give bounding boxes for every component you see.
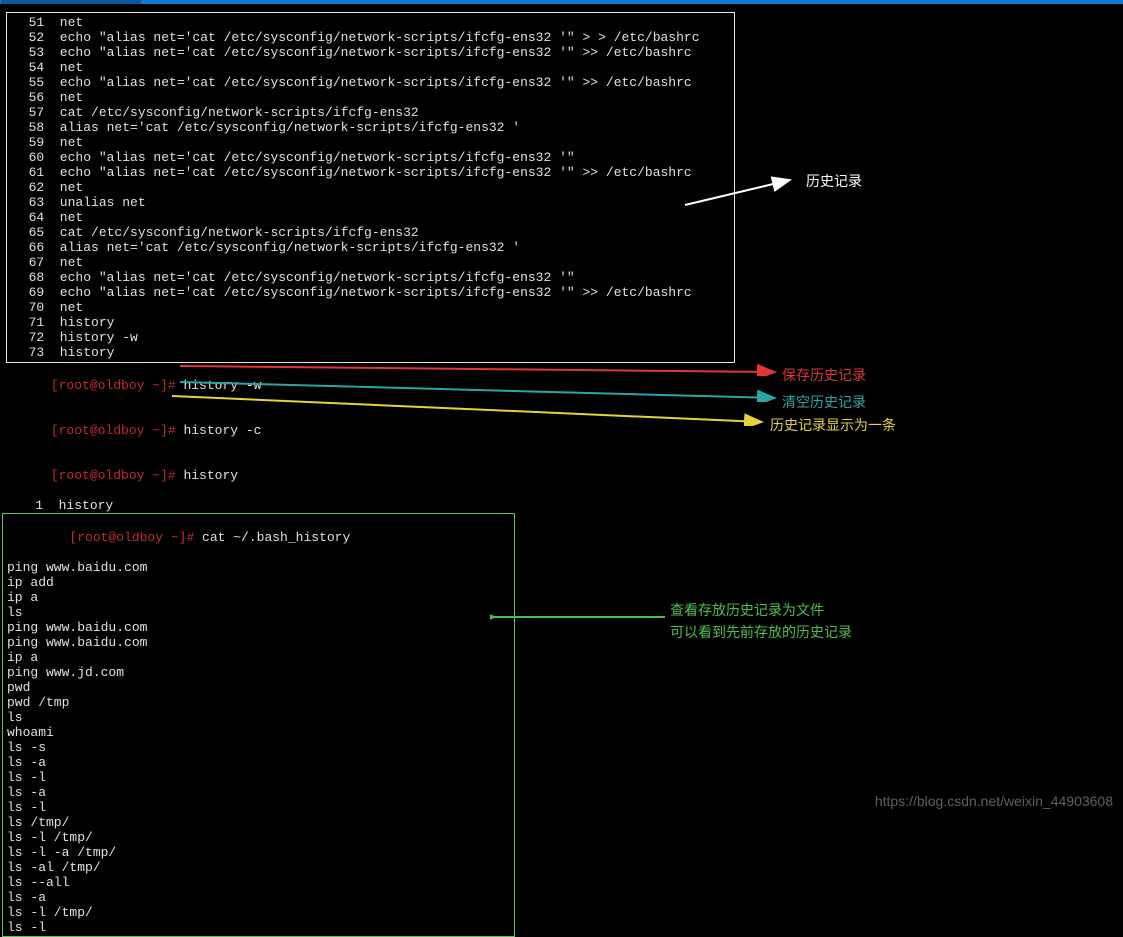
history-line: 52 echo "alias net='cat /etc/sysconfig/n… <box>13 30 728 45</box>
history-line: 68 echo "alias net='cat /etc/sysconfig/n… <box>13 270 728 285</box>
history-line: 69 echo "alias net='cat /etc/sysconfig/n… <box>13 285 728 300</box>
history-line: 58 alias net='cat /etc/sysconfig/network… <box>13 120 728 135</box>
history-line: 51 net <box>13 15 728 30</box>
history-one-line: 1 history <box>0 498 1123 513</box>
annotation-file2: 可以看到先前存放的历史记录 <box>670 622 852 642</box>
bash-history-line: ip a <box>7 590 510 605</box>
history-line: 71 history <box>13 315 728 330</box>
bash-history-line: pwd <box>7 680 510 695</box>
prompt-history: [root@oldboy ~]# history <box>0 453 1123 498</box>
history-line: 62 net <box>13 180 728 195</box>
bash-history-line: whoami <box>7 725 510 740</box>
history-line: 61 echo "alias net='cat /etc/sysconfig/n… <box>13 165 728 180</box>
bash-history-line: ping www.baidu.com <box>7 620 510 635</box>
prompt-cat-bash-history: [root@oldboy ~]# cat ~/.bash_history <box>7 515 510 560</box>
history-line: 72 history -w <box>13 330 728 345</box>
history-line: 67 net <box>13 255 728 270</box>
bash-history-line: ls -l -a /tmp/ <box>7 845 510 860</box>
history-line: 59 net <box>13 135 728 150</box>
bash-history-line: ip add <box>7 575 510 590</box>
history-line: 64 net <box>13 210 728 225</box>
bash-history-file-block: [root@oldboy ~]# cat ~/.bash_history pin… <box>2 513 515 937</box>
bash-history-line: ip a <box>7 650 510 665</box>
bash-history-line: ping www.baidu.com <box>7 560 510 575</box>
bash-history-line: ls -a <box>7 890 510 905</box>
annotation-history: 历史记录 <box>806 171 862 191</box>
bash-history-line: ping www.jd.com <box>7 665 510 680</box>
bash-history-line: ls -l <box>7 920 510 935</box>
annotation-one: 历史记录显示为一条 <box>770 415 896 435</box>
history-line: 65 cat /etc/sysconfig/network-scripts/if… <box>13 225 728 240</box>
bash-history-line: ls -s <box>7 740 510 755</box>
bash-history-line: ls /tmp/ <box>7 815 510 830</box>
bash-history-line: ls -al /tmp/ <box>7 860 510 875</box>
bash-history-line: ls -l <box>7 770 510 785</box>
bash-history-line: ls -l /tmp/ <box>7 905 510 920</box>
prompt-history-w: [root@oldboy ~]# history -w <box>0 363 1123 408</box>
bash-history-line: ls -a <box>7 755 510 770</box>
history-output-block: 51 net 52 echo "alias net='cat /etc/sysc… <box>6 12 735 363</box>
command-block: [root@oldboy ~]# history -w [root@oldboy… <box>0 363 1123 937</box>
history-line: 66 alias net='cat /etc/sysconfig/network… <box>13 240 728 255</box>
history-line: 63 unalias net <box>13 195 728 210</box>
bash-history-line: pwd /tmp <box>7 695 510 710</box>
terminal-screen[interactable]: 51 net 52 echo "alias net='cat /etc/sysc… <box>0 4 1123 819</box>
history-line: 70 net <box>13 300 728 315</box>
bash-history-line: ls --all <box>7 875 510 890</box>
bash-history-line: ping www.baidu.com <box>7 635 510 650</box>
bash-history-line: ls -l <box>7 800 510 815</box>
history-line: 73 history <box>13 345 728 360</box>
annotation-file1: 查看存放历史记录为文件 <box>670 600 824 620</box>
history-line: 55 echo "alias net='cat /etc/sysconfig/n… <box>13 75 728 90</box>
bash-history-line: ls <box>7 710 510 725</box>
history-line: 60 echo "alias net='cat /etc/sysconfig/n… <box>13 150 728 165</box>
bash-history-line: ls -l /tmp/ <box>7 830 510 845</box>
watermark: https://blog.csdn.net/weixin_44903608 <box>875 793 1113 809</box>
annotation-save: 保存历史记录 <box>782 365 866 385</box>
history-line: 56 net <box>13 90 728 105</box>
history-line: 54 net <box>13 60 728 75</box>
history-line: 57 cat /etc/sysconfig/network-scripts/if… <box>13 105 728 120</box>
annotation-clear: 清空历史记录 <box>782 392 866 412</box>
bash-history-content: ping www.baidu.comip addip alsping www.b… <box>7 560 510 935</box>
bash-history-line: ls <box>7 605 510 620</box>
prompt-history-c: [root@oldboy ~]# history -c <box>0 408 1123 453</box>
history-line: 53 echo "alias net='cat /etc/sysconfig/n… <box>13 45 728 60</box>
bash-history-line: ls -a <box>7 785 510 800</box>
